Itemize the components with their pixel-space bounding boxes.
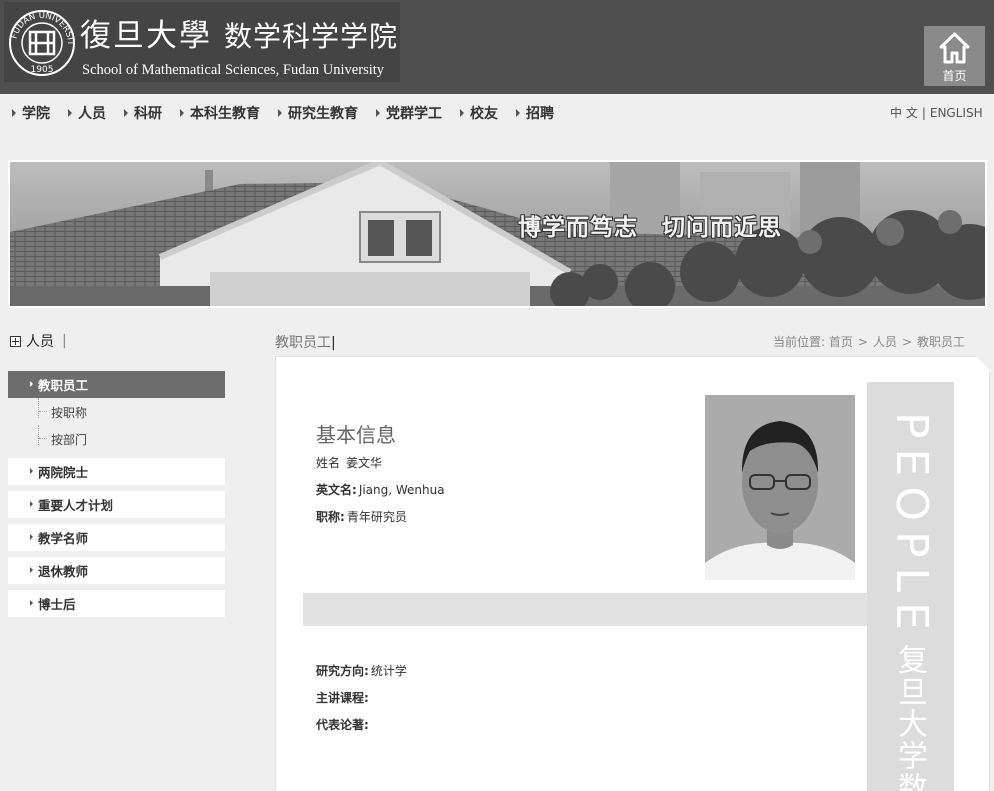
sidebar-item-postdoc[interactable]: 博士后 [8, 590, 225, 617]
papers-label: 代表论著: [316, 718, 369, 732]
university-name-cn: 復旦大學 [80, 18, 212, 54]
triangle-right-icon [460, 109, 464, 117]
brand-chinese: 復旦大學 数学科学学院 [80, 10, 398, 55]
people-text: PEOPLE [886, 412, 937, 640]
papers-row: 代表论著: [316, 716, 375, 733]
triangle-right-icon [516, 109, 520, 117]
sidebar-heading: 人员 | [10, 331, 67, 351]
header: FUDAN UNIVERSITY 1905 復旦大學数学科学学院 School … [0, 0, 994, 94]
sidebar-item-academicians[interactable]: 两院院士 [8, 458, 225, 485]
name-label: 姓名 [316, 456, 341, 470]
university-seal-icon: FUDAN UNIVERSITY 1905 [8, 8, 75, 76]
sidebar-item-faculty-staff[interactable]: 教职员工 [8, 371, 225, 398]
title-label: 职称: [316, 510, 345, 524]
title-value: 青年研究员 [346, 510, 407, 524]
language-switch: 中 文 | ENGLISH [890, 104, 983, 121]
title-row: 职称: 青年研究员 [316, 508, 407, 525]
main-nav: 学院 人员 科研 本科生教育 研究生教育 党群学工 校友 招聘 中 文 | ENGL… [0, 94, 994, 128]
nav-item-recruitment[interactable]: 招聘 [516, 103, 554, 123]
breadcrumb-label: 当前位置: [773, 335, 826, 349]
panel-corner-fold [976, 356, 992, 372]
people-cn-text: 复旦大学数 [892, 644, 927, 791]
triangle-right-icon [376, 109, 380, 117]
breadcrumb-faculty-link[interactable]: 教职员工 [917, 335, 965, 349]
name-value: 姜文华 [346, 456, 383, 470]
home-icon [939, 32, 970, 64]
nav-item-alumni[interactable]: 校友 [460, 103, 498, 123]
nav-item-school[interactable]: 学院 [12, 103, 50, 123]
research-row: 研究方向: 统计学 [316, 662, 407, 679]
triangle-right-icon [68, 109, 72, 117]
sidebar-item-teaching-masters[interactable]: 教学名师 [8, 524, 225, 551]
sidebar-item-retired-faculty[interactable]: 退休教师 [8, 557, 225, 584]
courses-label: 主讲课程: [316, 691, 369, 705]
profile-photo [705, 395, 855, 580]
triangle-right-icon [12, 109, 16, 117]
breadcrumb-people-link[interactable]: 人员 [873, 335, 897, 349]
english-name-value: Jiang, Wenhua [358, 483, 445, 497]
basic-info-heading: 基本信息 [316, 423, 396, 447]
home-button[interactable]: 首页 [924, 26, 985, 86]
breadcrumb-home-link[interactable]: 首页 [829, 335, 853, 349]
research-label: 研究方向: [316, 664, 369, 678]
banner-slogan: 博学而笃志 切问而近思 [518, 214, 782, 241]
svg-text:FUDAN UNIVERSITY: FUDAN UNIVERSITY [8, 8, 75, 46]
lang-english-link[interactable]: ENGLISH [930, 106, 983, 120]
sidebar-item-talent-programs[interactable]: 重要人才计划 [8, 491, 225, 518]
triangle-right-icon [278, 109, 282, 117]
nav-item-graduate[interactable]: 研究生教育 [278, 103, 358, 123]
research-value: 统计学 [370, 664, 407, 678]
english-name-label: 英文名: [316, 483, 357, 497]
svg-text:1905: 1905 [31, 65, 54, 75]
lang-chinese-link[interactable]: 中 文 [890, 106, 918, 120]
lang-separator: | [921, 106, 926, 120]
breadcrumb-separator: > [857, 335, 868, 349]
person-portrait [705, 395, 855, 580]
banner: 博学而笃志 切问而近思 [8, 160, 987, 308]
sidebar-subitem-by-title[interactable]: 按职称 [38, 398, 87, 421]
sidebar-subitem-by-department[interactable]: 按部门 [38, 425, 87, 448]
triangle-right-icon [124, 109, 128, 117]
nav-item-party-student[interactable]: 党群学工 [376, 103, 442, 123]
school-name-cn: 数学科学学院 [224, 20, 399, 53]
triangle-right-icon [180, 109, 184, 117]
courses-row: 主讲课程: [316, 689, 375, 706]
school-name-en: School of Mathematical Sciences, Fudan U… [82, 62, 385, 78]
home-label: 首页 [942, 69, 967, 83]
nav-menu: 学院 人员 科研 本科生教育 研究生教育 党群学工 校友 招聘 [12, 103, 572, 123]
nav-item-research[interactable]: 科研 [124, 103, 162, 123]
name-row: 姓名 姜文华 [316, 454, 382, 471]
school-logo[interactable]: FUDAN UNIVERSITY 1905 復旦大學数学科学学院 School … [4, 2, 400, 82]
section-title: 教职员工| [275, 335, 336, 351]
banner-image [10, 162, 985, 306]
section-divider-band [303, 593, 867, 626]
nav-item-undergraduate[interactable]: 本科生教育 [180, 103, 260, 123]
english-name-row: 英文名: Jiang, Wenhua [316, 481, 445, 498]
breadcrumb: 当前位置: 首页 > 人员 > 教职员工 [773, 333, 965, 350]
plus-box-icon [10, 335, 21, 347]
people-decor-strip: PEOPLE 复旦大学数 [867, 382, 954, 791]
breadcrumb-separator: > [901, 335, 913, 349]
nav-item-people[interactable]: 人员 [68, 103, 106, 123]
